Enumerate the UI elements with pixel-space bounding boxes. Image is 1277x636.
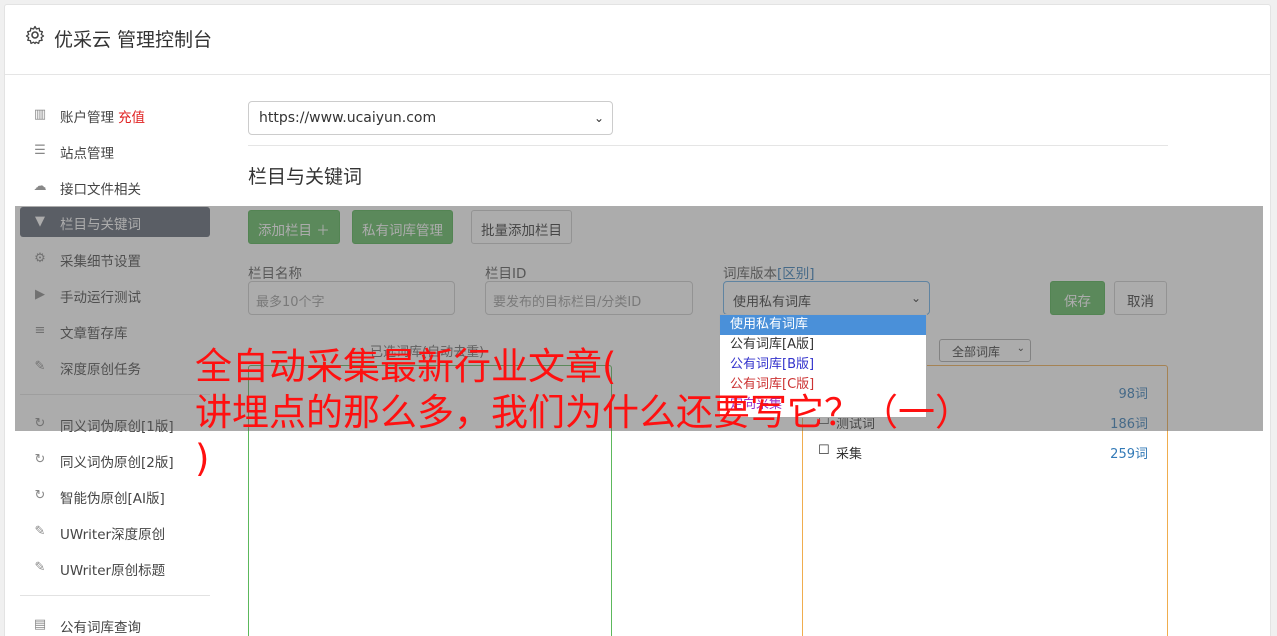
- sidebar-item-public-lib[interactable]: ▤ 公有词库查询: [20, 610, 210, 636]
- caption-line: ): [195, 437, 210, 480]
- sidebar-item-ai-rewrite[interactable]: ↻ 智能伪原创[AI版]: [20, 481, 210, 511]
- page-title: 优采云 管理控制台: [54, 29, 213, 51]
- gear-icon: [25, 25, 45, 45]
- sidebar-item-sites[interactable]: ☰ 站点管理: [20, 136, 210, 166]
- sidebar-item-label: 智能伪原创[AI版]: [60, 491, 165, 507]
- server-icon: ☰: [34, 143, 46, 158]
- section-divider: [248, 145, 1168, 146]
- caption-line: 全自动采集最新行业文章(: [195, 345, 617, 388]
- caption-line: 讲埋点的那么多，我们为什么还要写它？（一）: [195, 391, 972, 434]
- overlay-caption: 全自动采集最新行业文章( 讲埋点的那么多，我们为什么还要写它？（一） ): [195, 344, 1115, 482]
- recharge-link[interactable]: 充值: [118, 110, 145, 126]
- edit-icon: ✎: [34, 560, 46, 575]
- sidebar-item-label: UWriter原创标题: [60, 563, 166, 579]
- sidebar-item-synonym-v2[interactable]: ↻ 同义词伪原创[2版]: [20, 445, 210, 475]
- sidebar-item-uwriter-deep[interactable]: ✎ UWriter深度原创: [20, 517, 210, 547]
- library-count: 259词: [1110, 447, 1148, 462]
- chevron-down-icon: ⌄: [593, 111, 604, 125]
- site-select[interactable]: https://www.ucaiyun.com ⌄: [248, 101, 613, 135]
- sidebar-item-label: 同义词伪原创[2版]: [60, 455, 174, 471]
- sidebar-item-interface[interactable]: ☁ 接口文件相关: [20, 172, 210, 202]
- top-bar: 优采云 管理控制台: [5, 5, 1270, 75]
- book-icon: ▤: [33, 617, 47, 632]
- bar-chart-icon: ▥: [33, 107, 47, 122]
- site-select-value: https://www.ucaiyun.com: [259, 110, 437, 126]
- sidebar-item-label: 账户管理: [60, 110, 114, 126]
- refresh-icon: ↻: [34, 452, 46, 467]
- sidebar-item-label: 站点管理: [60, 146, 114, 162]
- cloud-upload-icon: ☁: [33, 179, 47, 194]
- sidebar-item-account[interactable]: ▥ 账户管理 充值: [20, 100, 210, 130]
- section-title: 栏目与关键词: [248, 166, 363, 188]
- sidebar-item-label: UWriter深度原创: [60, 527, 166, 543]
- sidebar-item-label: 公有词库查询: [60, 620, 141, 636]
- sidebar-item-label: 接口文件相关: [60, 182, 141, 198]
- sidebar-item-uwriter-title[interactable]: ✎ UWriter原创标题: [20, 553, 210, 583]
- refresh-icon: ↻: [34, 488, 46, 503]
- sidebar-divider: [20, 595, 210, 596]
- edit-icon: ✎: [34, 524, 46, 539]
- dropdown-option-private[interactable]: 使用私有词库: [720, 315, 926, 335]
